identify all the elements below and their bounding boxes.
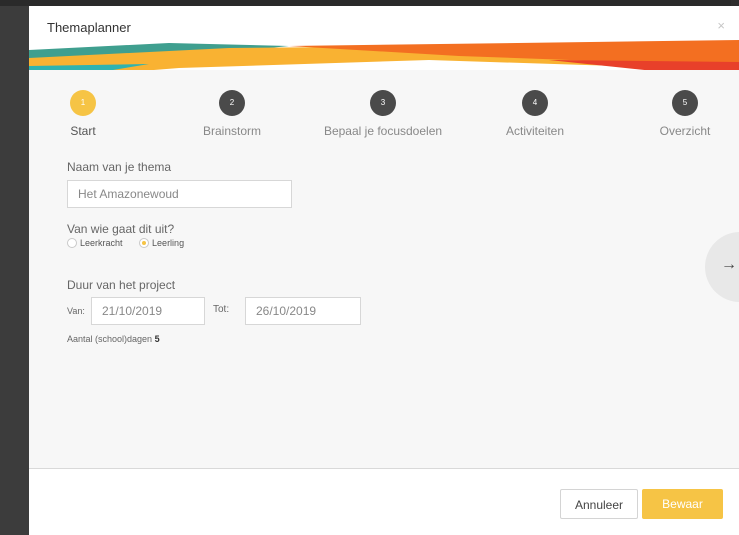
dialog-footer: Annuleer Bewaar [29,469,739,535]
step-label: Activiteiten [505,124,565,138]
step-number: 4 [522,90,548,116]
arrow-right-icon: → [721,256,737,273]
radio-label: Leerling [152,238,185,248]
source-label: Van wie gaat dit uit? [67,222,175,236]
step-activiteiten[interactable]: 4 Activiteiten [465,90,605,138]
step-brainstorm[interactable]: 2 Brainstorm [162,90,302,138]
radio-leerkracht[interactable]: Leerkracht [67,238,123,248]
to-label: Tot: [213,304,230,315]
step-number: 2 [219,90,245,116]
school-days-label: Aantal (school)dagen [67,334,153,344]
theme-name-input[interactable]: Het Amazonewoud [67,180,292,208]
step-label: Brainstorm [202,124,261,138]
dialog-title: Themaplanner [47,20,131,35]
radio-label: Leerkracht [80,238,123,248]
step-start[interactable]: 1 Start [29,90,153,138]
from-date-input[interactable]: 21/10/2019 [91,297,205,325]
from-label: Van: [67,306,85,316]
step-focusdoelen[interactable]: 3 Bepaal je focusdoelen [313,90,453,138]
cancel-button[interactable]: Annuleer [560,489,638,519]
to-date-input[interactable]: 26/10/2019 [245,297,361,325]
step-label: Overzicht [659,124,711,138]
theme-name-label: Naam van je thema [67,160,172,174]
step-label: Start [70,124,96,138]
school-days-count: Aantal (school)dagen 5 [67,334,160,344]
step-number: 3 [370,90,396,116]
step-label: Bepaal je focusdoelen [323,124,443,138]
step-overzicht[interactable]: 5 Overzicht [615,90,739,138]
radio-leerling[interactable]: Leerling [139,238,184,248]
radio-circle [67,238,77,248]
school-days-value: 5 [154,334,160,344]
themaplanner-dialog: Themaplanner × 1 Start 2 Brainstorm 3 Be… [29,6,739,535]
dialog-body: 1 Start 2 Brainstorm 3 Bepaal je focusdo… [29,70,739,469]
step-number: 5 [672,90,698,116]
radio-circle [139,238,150,248]
step-number: 1 [70,90,96,116]
next-step-button[interactable]: → [705,232,739,302]
duration-label: Duur van het project [67,278,176,292]
source-radio-group: Leerkracht Leerling [67,238,198,250]
save-button[interactable]: Bewaar [642,489,723,519]
close-icon[interactable]: × [717,18,725,33]
step-indicator: 1 Start 2 Brainstorm 3 Bepaal je focusdo… [29,90,739,140]
